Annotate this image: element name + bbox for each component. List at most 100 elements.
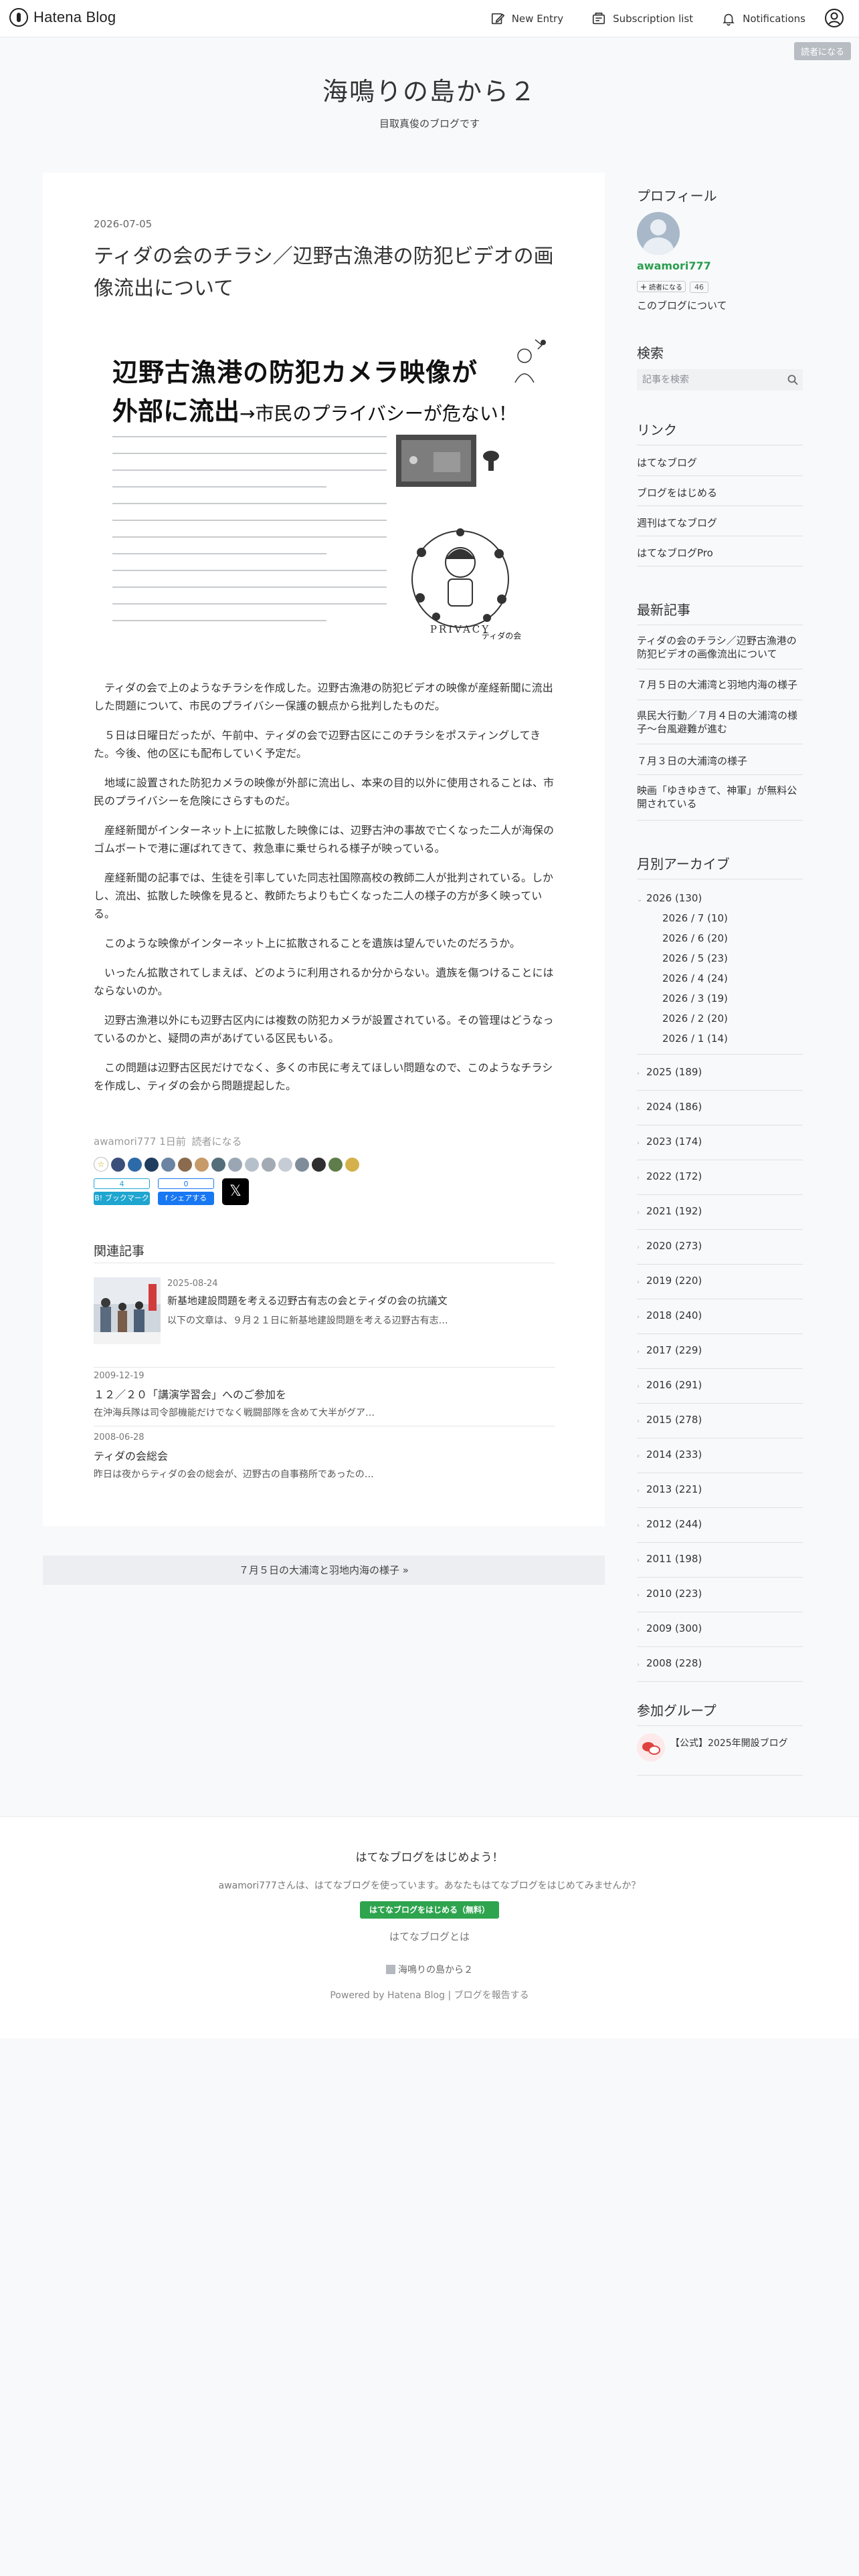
about-hatena-link[interactable]: はてなブログとは — [0, 1929, 859, 1943]
archive-year[interactable]: › 2024 (186) — [637, 1101, 702, 1113]
user-account-icon[interactable] — [824, 8, 844, 28]
archive-year-label: 2018 (240) — [646, 1309, 702, 1321]
next-entry-link[interactable]: ７月５日の大浦湾と羽地内海の様子 » — [43, 1555, 605, 1585]
chevron-right-icon: › — [637, 1661, 640, 1669]
archive-year[interactable]: › 2009 (300) — [637, 1622, 702, 1634]
powered-by-link[interactable]: Powered by Hatena Blog — [330, 1990, 445, 2001]
about-blog-link[interactable]: このブログについて — [637, 298, 803, 312]
star-user-avatar[interactable] — [328, 1157, 343, 1172]
archive-year-label: 2019 (220) — [646, 1275, 702, 1287]
related-title[interactable]: 新基地建設問題を考える辺野古有志の会とティダの会の抗議文 — [167, 1293, 448, 1307]
star-user-avatar[interactable] — [228, 1157, 242, 1172]
search-input[interactable] — [637, 369, 803, 391]
profile-name[interactable]: awamori777 — [637, 259, 803, 272]
recent-entry-link[interactable]: 映画「ゆきゆきて、神軍」が無料公開されている — [637, 784, 803, 811]
archive-year[interactable]: › 2021 (192) — [637, 1205, 702, 1217]
archive-year[interactable]: › 2008 (228) — [637, 1657, 702, 1669]
chat-bubbles-icon — [637, 1733, 665, 1761]
related-title[interactable]: １２／２０「講演学習会」へのご参加を — [94, 1386, 286, 1402]
star-user-avatar[interactable] — [128, 1157, 142, 1172]
star-user-avatar[interactable] — [211, 1157, 225, 1172]
star-user-avatar[interactable] — [345, 1157, 359, 1172]
author-link[interactable]: awamori777 — [94, 1136, 156, 1148]
archive-year[interactable]: › 2012 (244) — [637, 1518, 702, 1530]
entry-title[interactable]: ティダの会のチラシ／辺野古漁港の防犯ビデオの画像流出について — [94, 241, 562, 305]
archive-year[interactable]: › 2014 (233) — [637, 1448, 702, 1461]
report-blog-link[interactable]: ブログを報告する — [454, 1990, 529, 2001]
start-blog-button[interactable]: はてなブログをはじめる（無料） — [359, 1901, 499, 1919]
subscribe-badge[interactable]: 読者になる — [793, 42, 851, 60]
star-user-avatar[interactable] — [262, 1157, 276, 1172]
archive-month-link[interactable]: 2026 / 3 (19) — [662, 992, 728, 1004]
group-item[interactable]: 【公式】2025年開設ブログ — [637, 1733, 803, 1761]
chevron-right-icon: › — [637, 1209, 640, 1216]
link-item[interactable]: 週刊はてなブログ — [637, 516, 803, 530]
star-user-avatar[interactable] — [111, 1157, 125, 1172]
archive-year[interactable]: › 2015 (278) — [637, 1414, 702, 1426]
recent-entry-link[interactable]: 県民大行動／７月４日の大浦湾の様子〜台風避難が進む — [637, 709, 803, 736]
flyer-person-illustration — [514, 339, 546, 383]
related-divider — [94, 1367, 555, 1368]
search-icon[interactable] — [787, 374, 799, 386]
subscribe-link[interactable]: 読者になる — [192, 1136, 242, 1148]
entry-time[interactable]: 1日前 — [159, 1136, 186, 1148]
blog-title[interactable]: 海鳴りの島から２ — [0, 71, 859, 108]
archive-year[interactable]: › 2017 (229) — [637, 1344, 702, 1356]
hatena-bookmark-button[interactable]: 4 B! ブックマーク — [94, 1178, 150, 1205]
star-user-avatar[interactable] — [145, 1157, 159, 1172]
archive-month-link[interactable]: 2026 / 2 (20) — [662, 1012, 728, 1025]
star-user-avatar[interactable] — [278, 1157, 292, 1172]
archive-month-link[interactable]: 2026 / 7 (10) — [662, 912, 728, 924]
related-title[interactable]: ティダの会総会 — [94, 1447, 168, 1463]
archive-year[interactable]: › 2023 (174) — [637, 1136, 702, 1148]
recent-entry-link[interactable]: ティダの会のチラシ／辺野古漁港の防犯ビデオの画像流出について — [637, 634, 803, 661]
subscription-list-button[interactable]: Subscription list — [591, 11, 693, 26]
archive-year[interactable]: › 2025 (189) — [637, 1066, 702, 1078]
archive-month-link[interactable]: 2026 / 4 (24) — [662, 972, 728, 984]
facebook-share-button[interactable]: 0 f シェアする — [158, 1178, 214, 1205]
profile-subscribe-label: 読者になる — [649, 284, 682, 292]
star-user-avatar[interactable] — [195, 1157, 209, 1172]
archive-month-link[interactable]: 2026 / 5 (23) — [662, 952, 728, 964]
link-item[interactable]: はてなブログPro — [637, 546, 803, 560]
profile-subscribe-button[interactable]: ＋読者になる — [637, 281, 686, 292]
archive-divider — [637, 1403, 803, 1404]
archive-year[interactable]: › 2020 (273) — [637, 1240, 702, 1252]
footer-blog-name: 海鳴りの島から２ — [398, 1965, 473, 1975]
archive-year[interactable]: › 2022 (172) — [637, 1170, 702, 1182]
flyer-image[interactable]: 辺野古漁港の防犯カメラ映像が 外部に流出→市民のプライバシーが危ない！ PRIV… — [94, 332, 554, 655]
link-item[interactable]: はてなブログ — [637, 456, 803, 469]
link-item[interactable]: ブログをはじめる — [637, 486, 803, 500]
add-star-icon[interactable]: ☆ — [94, 1157, 108, 1172]
archive-year[interactable]: › 2019 (220) — [637, 1275, 702, 1287]
archive-year-label: 2017 (229) — [646, 1344, 702, 1356]
recent-entry-link[interactable]: ７月３日の大浦湾の様子 — [637, 754, 803, 768]
star-user-avatar[interactable] — [245, 1157, 259, 1172]
star-user-avatar[interactable] — [178, 1157, 192, 1172]
archive-year-expanded[interactable]: ⌄ 2026 (130) — [637, 892, 702, 904]
archive-year-label: 2015 (278) — [646, 1414, 702, 1426]
archive-year[interactable]: › 2010 (223) — [637, 1588, 702, 1600]
chevron-right-icon: › — [637, 1070, 640, 1077]
star-user-avatar[interactable] — [295, 1157, 309, 1172]
archive-year[interactable]: › 2018 (240) — [637, 1309, 702, 1321]
archive-month-link[interactable]: 2026 / 1 (14) — [662, 1033, 728, 1045]
recent-entry-link[interactable]: ７月５日の大浦湾と羽地内海の様子 — [637, 678, 803, 691]
archive-year[interactable]: › 2013 (221) — [637, 1483, 702, 1495]
profile-avatar[interactable] — [637, 212, 680, 255]
hatena-blog-logo[interactable]: Hatena Blog — [9, 8, 116, 27]
groups-divider — [637, 1775, 803, 1776]
archive-year[interactable]: › 2016 (291) — [637, 1379, 702, 1391]
related-thumbnail[interactable] — [94, 1277, 161, 1344]
archive-month-link[interactable]: 2026 / 6 (20) — [662, 932, 728, 944]
archive-year[interactable]: › 2011 (198) — [637, 1553, 702, 1565]
x-share-button[interactable]: 𝕏 — [222, 1178, 249, 1205]
hatena-star-list: ☆ — [94, 1157, 359, 1172]
entry-date[interactable]: 2026-07-05 — [94, 218, 152, 230]
notifications-button[interactable]: Notifications — [721, 11, 805, 26]
new-entry-button[interactable]: New Entry — [490, 11, 563, 26]
archive-divider — [637, 1681, 803, 1682]
star-user-avatar[interactable] — [312, 1157, 326, 1172]
footer-blog-link[interactable]: 海鳴りの島から２ — [0, 1963, 859, 1976]
star-user-avatar[interactable] — [161, 1157, 175, 1172]
